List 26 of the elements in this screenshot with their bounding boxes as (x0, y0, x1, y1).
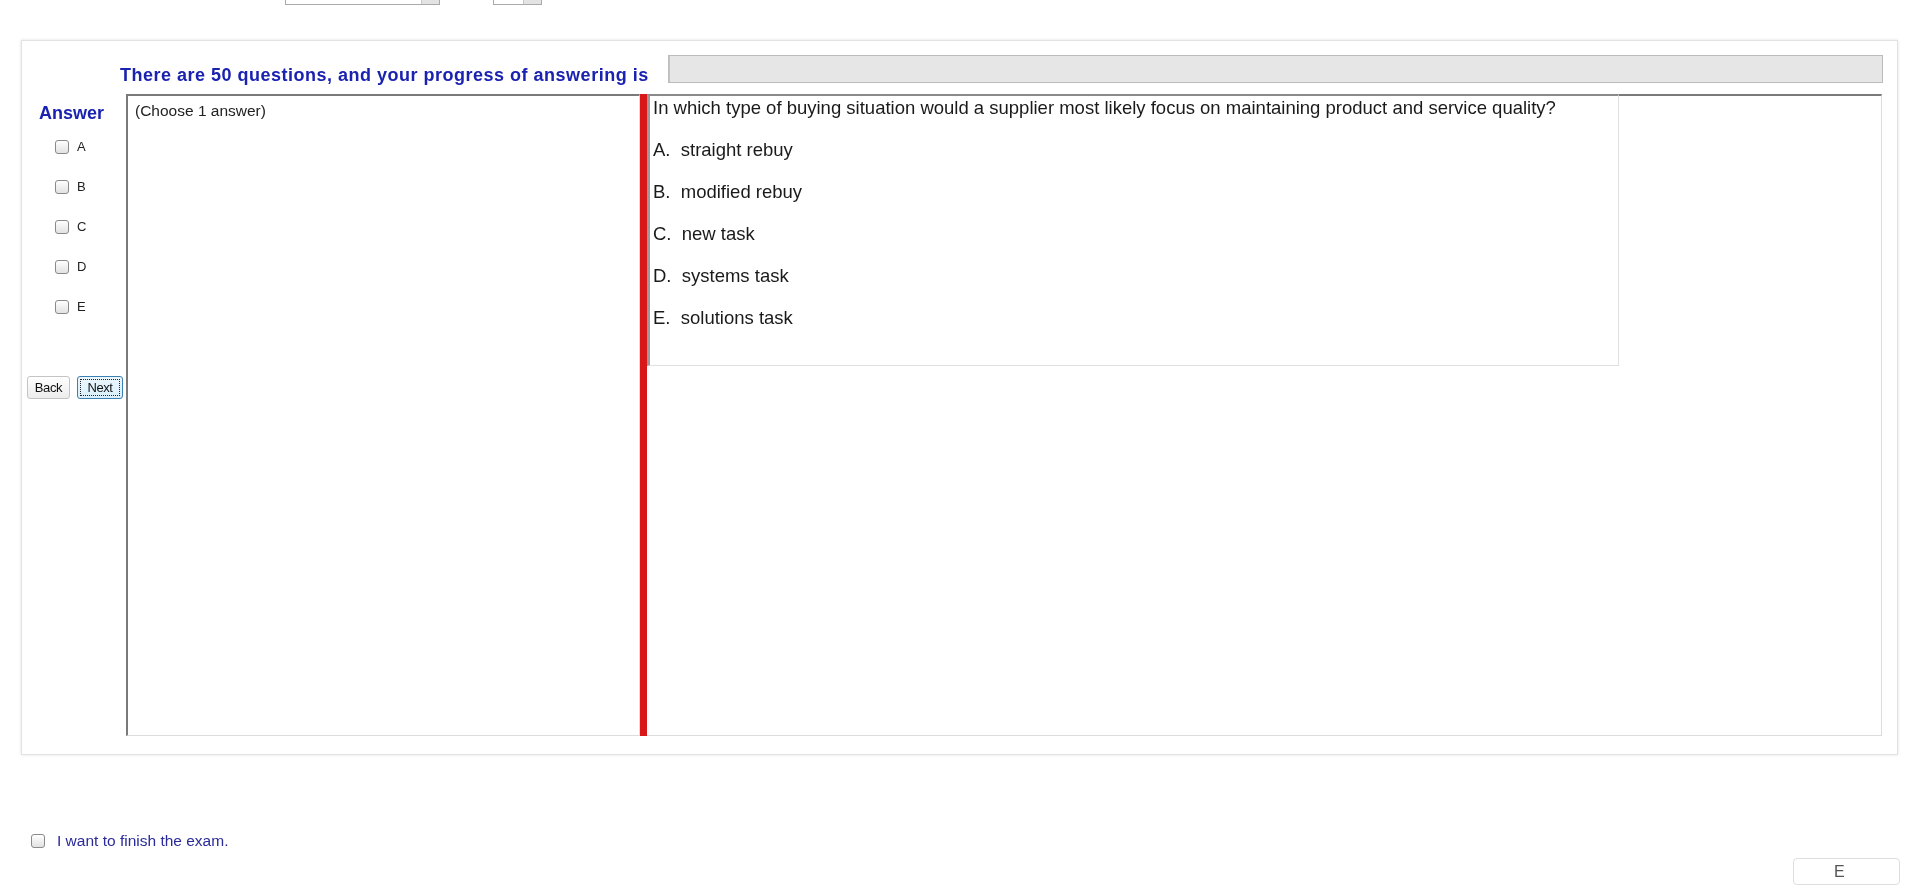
input-field[interactable] (493, 0, 542, 5)
option-letter: C (77, 218, 87, 237)
option-letter: A (77, 138, 86, 157)
finish-label: I want to finish the exam. (57, 831, 229, 852)
question-text: In which type of buying situation would a supplier most likely focus on maintaining product and service quality? (653, 97, 1556, 119)
next-button[interactable]: Next (77, 376, 123, 399)
option-letter: B (77, 178, 86, 197)
back-button[interactable]: Back (27, 376, 70, 399)
answer-checkbox[interactable] (55, 220, 69, 234)
answer-option: B. modified rebuy (653, 181, 803, 203)
answer-option: E. solutions task (653, 307, 793, 329)
answer-checkbox[interactable] (55, 300, 69, 314)
answer-heading: Answer (39, 103, 105, 123)
option-letter: E (77, 298, 86, 317)
option-letter: D (77, 258, 87, 277)
answer-checkbox[interactable] (55, 260, 69, 274)
progress-caption: There are 50 questions, and your progress of answering is (120, 65, 649, 85)
answer-option: D. systems task (653, 265, 789, 287)
answer-option: C. new task (653, 223, 755, 245)
finish-checkbox[interactable] (31, 834, 45, 848)
answer-checkbox[interactable] (55, 140, 69, 154)
dropdown-field[interactable] (285, 0, 440, 5)
answer-checkbox[interactable] (55, 180, 69, 194)
answer-option: A. straight rebuy (653, 139, 793, 161)
answer-hint: (Choose 1 answer) (135, 102, 266, 120)
exit-button[interactable]: E (1793, 858, 1900, 885)
